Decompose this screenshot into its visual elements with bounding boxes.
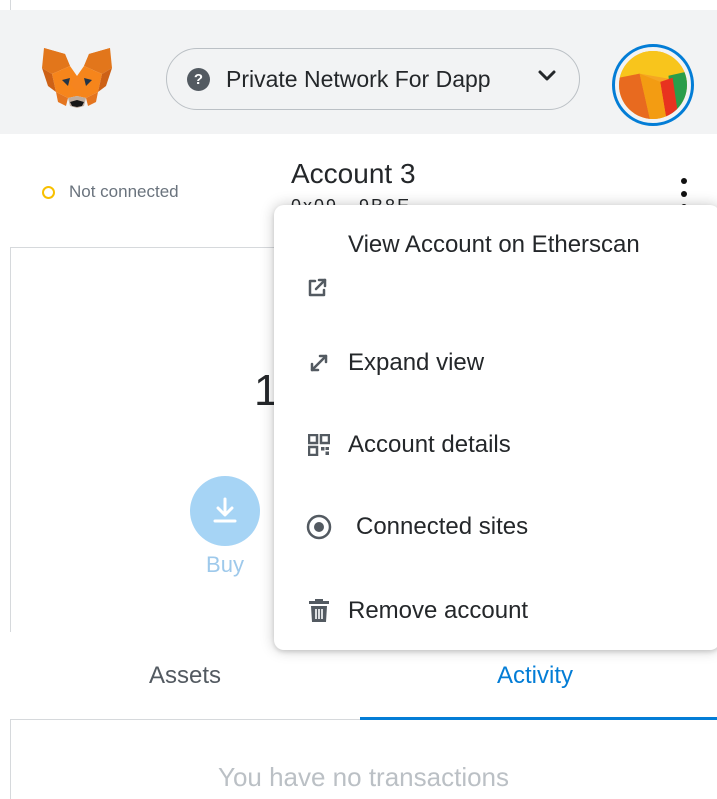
question-mark-icon: ? [187, 67, 210, 91]
menu-item-view-on-etherscan[interactable]: View Account on Etherscan [274, 229, 717, 309]
buy-label[interactable]: Buy [190, 552, 260, 578]
menu-item-connected-sites[interactable]: Connected sites [274, 507, 717, 547]
chevron-down-icon [538, 70, 556, 81]
download-icon [213, 497, 237, 523]
menu-item-label: Remove account [348, 597, 529, 624]
network-label: Private Network For Dapp [226, 65, 491, 92]
menu-item-account-details[interactable]: Account details [274, 425, 717, 465]
status-dot-icon [42, 185, 55, 199]
app-header: ? Private Network For Dapp [0, 10, 717, 134]
menu-item-label: Expand view [348, 349, 485, 376]
menu-item-label: Account details [348, 431, 511, 458]
buy-button[interactable] [190, 476, 260, 546]
qr-code-icon [306, 432, 332, 458]
menu-item-expand-view[interactable]: Expand view [274, 343, 717, 383]
empty-activity-message: You have no transactions [217, 762, 510, 792]
menu-item-label: View Account on Etherscan [348, 231, 640, 258]
network-dropdown[interactable]: ? Private Network For Dapp [166, 48, 580, 110]
account-options-menu: View Account on Etherscan Expand view Ac… [274, 205, 717, 650]
account-avatar-button[interactable] [612, 44, 694, 126]
account-name[interactable]: Account 3 [291, 158, 416, 190]
connection-status[interactable]: Not connected [42, 182, 179, 202]
menu-item-label: Connected sites [356, 513, 529, 540]
expand-icon [306, 350, 332, 376]
metamask-fox-icon[interactable] [40, 46, 114, 110]
menu-item-remove-account[interactable]: Remove account [274, 591, 717, 631]
wallet-popup: ? Private Network For Dapp Not connected… [0, 0, 717, 799]
connected-sites-icon [306, 514, 332, 540]
external-link-icon [304, 275, 330, 301]
account-identicon [619, 51, 687, 119]
active-tab-indicator [360, 717, 717, 720]
trash-icon [306, 598, 332, 624]
connection-status-label: Not connected [69, 182, 179, 201]
